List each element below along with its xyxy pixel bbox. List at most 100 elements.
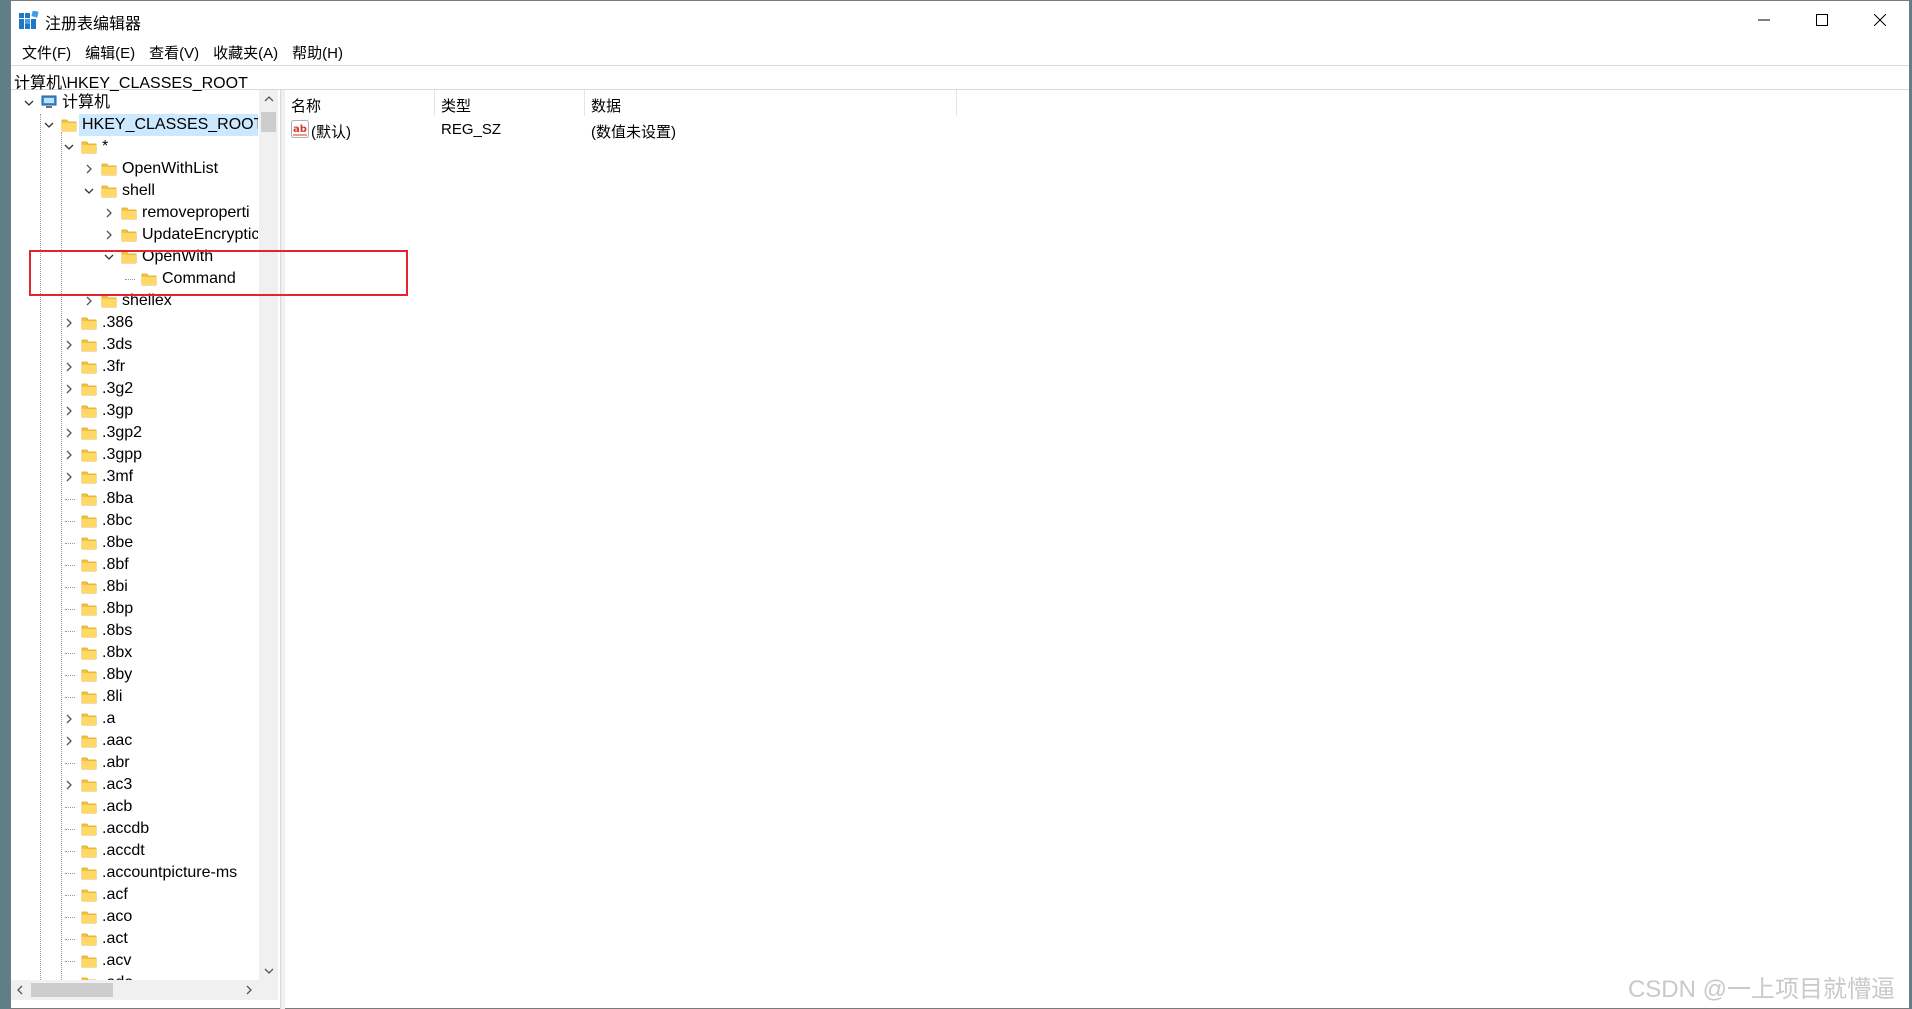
expand-chevron-icon[interactable] — [103, 202, 115, 224]
tree-node-extension[interactable]: .aac — [11, 730, 258, 752]
expand-chevron-icon[interactable] — [63, 466, 75, 488]
value-row[interactable]: ab (默认) REG_SZ (数值未设置) — [285, 118, 1909, 141]
tree-node-extension[interactable]: .8bp — [11, 598, 258, 620]
tree-node-extension[interactable]: .3gp2 — [11, 422, 258, 444]
menu-view[interactable]: 查看(V) — [142, 39, 206, 65]
tree-node-extension[interactable]: .aco — [11, 906, 258, 928]
tree-horizontal-scrollbar[interactable] — [11, 980, 278, 1000]
folder-icon — [101, 183, 117, 198]
tree-node-extension[interactable]: .3gpp — [11, 444, 258, 466]
tree-node-openwithlist[interactable]: OpenWithList — [11, 158, 258, 180]
folder-icon — [81, 887, 97, 902]
tree-node-extension[interactable]: .8be — [11, 532, 258, 554]
tree-node-extension[interactable]: .3g2 — [11, 378, 258, 400]
folder-icon — [81, 601, 97, 616]
tree-node-extension[interactable]: .a — [11, 708, 258, 730]
tree-node-shell[interactable]: shell — [11, 180, 258, 202]
maximize-button[interactable] — [1793, 1, 1851, 39]
tree-node-extension[interactable]: .8ba — [11, 488, 258, 510]
tree-node-extension[interactable]: .accountpicture-ms — [11, 862, 258, 884]
tree-node-extension[interactable]: .386 — [11, 312, 258, 334]
expand-chevron-icon[interactable] — [103, 224, 115, 246]
tree-node-updateencryption[interactable]: UpdateEncryptic — [11, 224, 258, 246]
tree-node-extension[interactable]: .acv — [11, 950, 258, 972]
values-pane: 名称 类型 数据 ab (默认) REG_SZ (数值未设置) — [285, 90, 1909, 1008]
tree-node-label: HKEY_CLASSES_ROOT — [79, 114, 258, 136]
tree-node-extension[interactable]: .8by — [11, 664, 258, 686]
tree-node-computer[interactable]: 计算机 — [11, 92, 258, 114]
menu-help[interactable]: 帮助(H) — [285, 39, 350, 65]
tree-vertical-scrollbar[interactable] — [259, 90, 278, 980]
scroll-right-arrow[interactable] — [240, 980, 258, 1000]
tree-node-extension[interactable]: .ado — [11, 972, 258, 980]
minimize-button[interactable] — [1735, 1, 1793, 39]
column-header-type[interactable]: 类型 — [435, 90, 585, 116]
folder-icon — [81, 931, 97, 946]
expand-chevron-icon[interactable] — [63, 378, 75, 400]
tree-node-removeproperties[interactable]: removeproperti — [11, 202, 258, 224]
expand-chevron-icon[interactable] — [63, 774, 75, 796]
tree-node-extension[interactable]: .acb — [11, 796, 258, 818]
expand-chevron-icon[interactable] — [63, 334, 75, 356]
tree-node-extension[interactable]: .3fr — [11, 356, 258, 378]
tree-node-extension[interactable]: .3gp — [11, 400, 258, 422]
tree-node-extension[interactable]: .abr — [11, 752, 258, 774]
expand-chevron-icon[interactable] — [63, 730, 75, 752]
expand-chevron-icon[interactable] — [63, 422, 75, 444]
tree-node-extension[interactable]: .3ds — [11, 334, 258, 356]
expand-chevron-icon[interactable] — [63, 400, 75, 422]
address-bar[interactable]: 计算机\HKEY_CLASSES_ROOT — [11, 65, 1909, 92]
tree-node-label: .act — [102, 930, 128, 947]
folder-icon — [81, 821, 97, 836]
tree-vertical-scroll-thumb[interactable] — [261, 112, 276, 132]
highlight-annotation-box — [29, 250, 408, 296]
tree-node-extension[interactable]: .8bf — [11, 554, 258, 576]
tree-node-label: .8bx — [102, 644, 133, 661]
collapse-chevron-icon[interactable] — [23, 92, 35, 114]
tree-node-label: .acv — [102, 952, 132, 969]
tree-node-extension[interactable]: .3mf — [11, 466, 258, 488]
tree-node-label: .8bs — [102, 622, 133, 639]
expand-chevron-icon[interactable] — [63, 708, 75, 730]
tree-node-extension[interactable]: .8bi — [11, 576, 258, 598]
expand-chevron-icon[interactable] — [63, 444, 75, 466]
menu-edit[interactable]: 编辑(E) — [78, 39, 142, 65]
key-tree: 计算机 HKEY_CLASSES_ROOT * OpenWithList shell re… — [11, 90, 258, 980]
scroll-left-arrow[interactable] — [11, 980, 29, 1000]
tree-node-label: .acb — [102, 798, 133, 815]
folder-icon — [101, 161, 117, 176]
tree-node-star[interactable]: * — [11, 136, 258, 158]
tree-node-extension[interactable]: .act — [11, 928, 258, 950]
menu-favorites[interactable]: 收藏夹(A) — [206, 39, 285, 65]
close-button[interactable] — [1851, 1, 1909, 39]
tree-node-label: .ac3 — [102, 776, 133, 793]
expand-chevron-icon[interactable] — [63, 312, 75, 334]
tree-node-extension[interactable]: .8bc — [11, 510, 258, 532]
tree-node-extension[interactable]: .accdb — [11, 818, 258, 840]
tree-node-extension[interactable]: .accdt — [11, 840, 258, 862]
scroll-up-arrow[interactable] — [259, 90, 278, 108]
title-bar[interactable]: 注册表编辑器 — [11, 1, 1909, 39]
tree-node-extension[interactable]: .ac3 — [11, 774, 258, 796]
folder-icon — [81, 865, 97, 880]
collapse-chevron-icon[interactable] — [43, 114, 55, 136]
tree-node-extension[interactable]: .acf — [11, 884, 258, 906]
tree-node-extension[interactable]: .8bs — [11, 620, 258, 642]
tree-node-hkey-classes-root[interactable]: HKEY_CLASSES_ROOT — [11, 114, 258, 136]
tree-node-label: .abr — [102, 754, 130, 771]
tree-node-label: UpdateEncryptic — [142, 226, 258, 243]
expand-chevron-icon[interactable] — [83, 158, 95, 180]
folder-icon — [81, 667, 97, 682]
column-header-data[interactable]: 数据 — [585, 90, 957, 116]
menu-file[interactable]: 文件(F) — [15, 39, 78, 65]
expand-chevron-icon[interactable] — [63, 356, 75, 378]
tree-node-extension[interactable]: .8bx — [11, 642, 258, 664]
tree-horizontal-scroll-thumb[interactable] — [31, 983, 113, 997]
collapse-chevron-icon[interactable] — [63, 136, 75, 158]
column-header-name[interactable]: 名称 — [285, 90, 435, 116]
scroll-down-arrow[interactable] — [259, 962, 278, 980]
tree-node-extension[interactable]: .8li — [11, 686, 258, 708]
chevron-up-icon — [264, 96, 273, 102]
collapse-chevron-icon[interactable] — [83, 180, 95, 202]
tree-node-label: .accdt — [102, 842, 145, 859]
